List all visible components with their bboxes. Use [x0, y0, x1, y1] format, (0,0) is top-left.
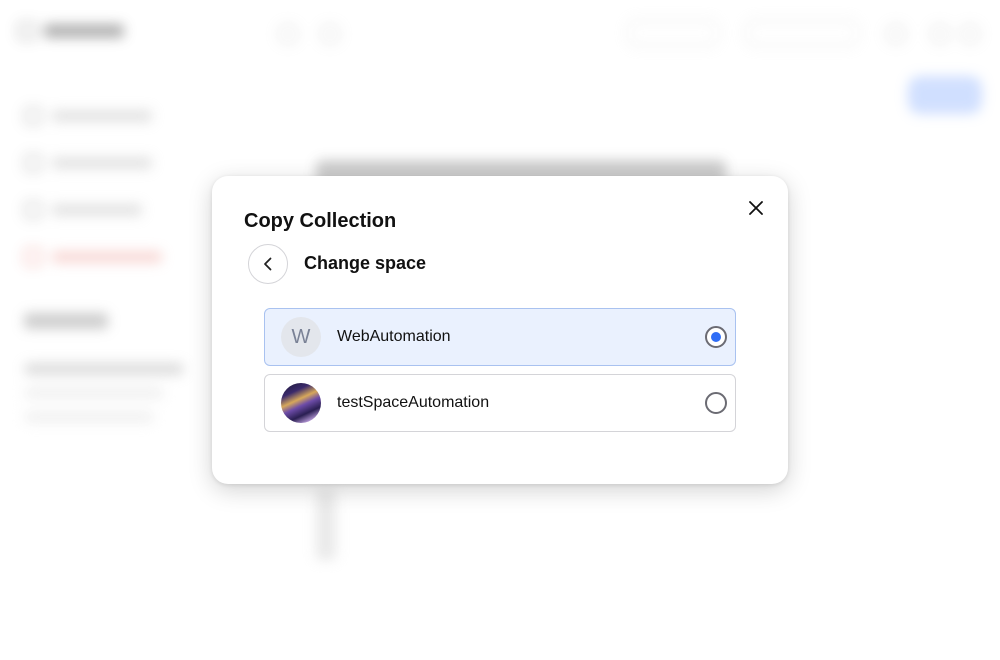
chevron-left-icon [264, 257, 272, 271]
modal-subtitle: Change space [304, 253, 427, 273]
copy-collection-modal: Copy Collection Change space W WebAutoma… [212, 176, 788, 484]
space-avatar: W [281, 317, 321, 357]
back-button[interactable] [248, 244, 288, 284]
close-button[interactable] [744, 196, 768, 220]
space-option-label: WebAutomation [337, 328, 451, 345]
space-option-webautomation[interactable]: W WebAutomation [264, 308, 736, 366]
space-avatar-letter: W [291, 325, 311, 348]
space-avatar-image [281, 383, 321, 423]
radio-dot [711, 332, 721, 342]
space-option-label: testSpaceAutomation [337, 394, 490, 411]
space-option-testspaceautomation[interactable]: testSpaceAutomation [264, 374, 736, 432]
modal-title: Copy Collection [244, 210, 397, 232]
radio-selected[interactable] [705, 326, 727, 348]
radio-unselected[interactable] [705, 392, 727, 414]
close-icon [749, 201, 763, 215]
